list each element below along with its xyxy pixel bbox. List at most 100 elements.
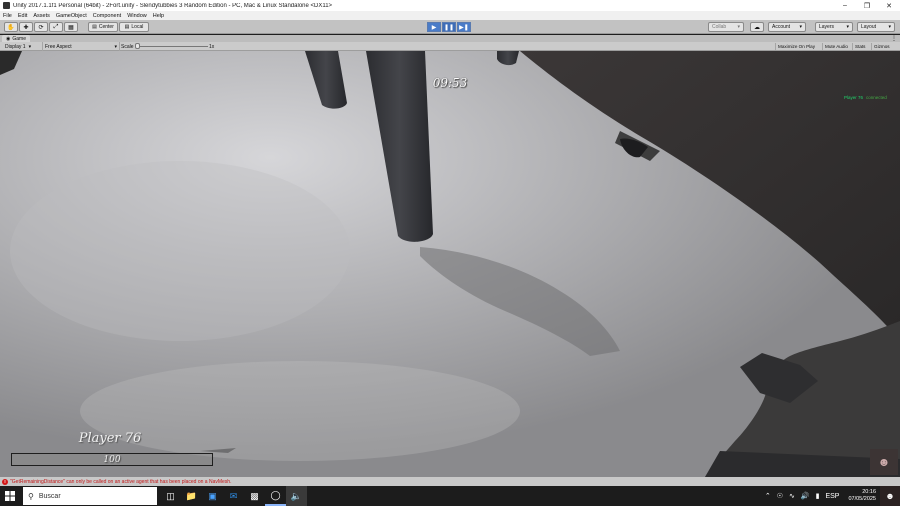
search-placeholder: Buscar <box>38 492 61 500</box>
player-list-status: connected <box>866 95 887 100</box>
stats-toggle[interactable]: Stats <box>852 43 867 50</box>
chevron-down-icon: ▾ <box>114 43 117 50</box>
aspect-label: Free Aspect <box>45 43 72 50</box>
task-view-icon[interactable]: ◫ <box>160 486 181 506</box>
mute-audio-toggle[interactable]: Mute Audio <box>822 43 850 50</box>
game-view-toolbar: Display 1 ▾ Free Aspect ▾ Scale 1x Maximiz… <box>0 42 900 51</box>
play-icon[interactable]: ▶ <box>427 22 441 32</box>
wifi-icon[interactable]: ∿ <box>789 492 795 500</box>
audio-app-icon[interactable]: 🔈 <box>286 486 307 506</box>
menu-file[interactable]: File <box>3 13 12 19</box>
system-tray: ⌃ ☉ ∿ 🔊 ▮ ESP 20:16 07/05/2025 ☻ <box>762 486 900 506</box>
hand-tool-icon[interactable]: ✋ <box>4 22 18 32</box>
title-bar: Unity 2017.1.1f1 Personal (64bit) - 2For… <box>0 0 900 11</box>
pivot-label: Center <box>98 24 114 30</box>
account-dropdown[interactable]: Account ▾ <box>768 22 806 32</box>
mascot-avatar: ☻ <box>870 449 898 475</box>
windows-taskbar: ⚲ Buscar ◫ 📁 ▣ ✉ ▩ ◯ 🔈 ⌃ ☉ ∿ 🔊 ▮ ESP 20:… <box>0 486 900 506</box>
space-label: Local <box>131 24 144 30</box>
error-icon: ! <box>2 478 8 485</box>
pause-icon[interactable]: ❚❚ <box>442 22 456 32</box>
menu-edit[interactable]: Edit <box>18 13 27 19</box>
windows-start-icon[interactable] <box>0 486 20 506</box>
gizmos-dropdown[interactable]: Gizmos <box>871 43 892 50</box>
chevron-down-icon: ▾ <box>888 24 891 30</box>
game-tab-strip: ◉ Game ⋮ <box>0 35 900 42</box>
scale-slider-handle[interactable] <box>135 43 140 49</box>
round-timer: 09:53 <box>432 76 468 90</box>
tab-game[interactable]: ◉ Game <box>2 35 30 42</box>
language-indicator[interactable]: ESP <box>825 493 839 500</box>
terminal-icon[interactable]: ▩ <box>244 486 265 506</box>
space-local-button[interactable]: ▤ Local <box>119 22 149 32</box>
game-view-viewport[interactable]: 09:53 Player 76 connected Player 76 100 ☻ <box>0 51 900 477</box>
chevron-down-icon: ▾ <box>28 43 32 50</box>
unity-icon[interactable]: ◯ <box>265 486 286 506</box>
unity-editor-window: Unity 2017.1.1f1 Personal (64bit) - 2For… <box>0 0 900 506</box>
battery-icon[interactable]: ▮ <box>816 492 820 500</box>
tab-menu-icon[interactable]: ⋮ <box>891 35 897 42</box>
cloud <box>80 361 520 461</box>
cloud-icon[interactable]: ☁ <box>750 22 764 32</box>
pivot-icon: ▤ <box>92 24 97 30</box>
menu-assets[interactable]: Assets <box>33 13 50 19</box>
scale-tool-icon[interactable]: ⤢ <box>49 22 63 32</box>
cloud <box>10 161 350 341</box>
rect-tool-icon[interactable]: ▦ <box>64 22 78 32</box>
display-dropdown[interactable]: Display 1 ▾ <box>5 43 41 50</box>
console-message: "GetRemainingDistance" can only be calle… <box>10 478 232 485</box>
restore-icon[interactable]: ❐ <box>856 0 878 11</box>
step-icon[interactable]: ▶❚ <box>457 22 471 32</box>
chevron-up-icon[interactable]: ⌃ <box>765 492 771 500</box>
pivot-center-button[interactable]: ▤ Center <box>88 22 118 32</box>
health-value: 100 <box>103 454 121 465</box>
display-label: Display 1 <box>5 43 26 50</box>
chevron-down-icon: ▾ <box>799 24 802 30</box>
menu-window[interactable]: Window <box>127 13 147 19</box>
file-explorer-icon[interactable]: 📁 <box>181 486 202 506</box>
collab-label: Collab <box>712 24 727 30</box>
unity-logo-icon <box>3 2 10 9</box>
close-icon[interactable]: ✕ <box>878 0 900 11</box>
health-bar: 100 <box>11 453 213 466</box>
space-icon: ▤ <box>124 24 130 30</box>
menu-component[interactable]: Component <box>93 13 121 19</box>
account-label: Account <box>772 24 791 30</box>
main-toolbar: ✋ ✚ ⟳ ⤢ ▦ ▤ Center ▤ Local ▶ ❚❚ ▶❚ Collab ▾… <box>0 20 900 34</box>
tab-game-label: Game <box>12 35 26 42</box>
layout-label: Layout <box>861 24 877 30</box>
menu-help[interactable]: Help <box>153 13 164 19</box>
chevron-down-icon: ▾ <box>737 24 740 30</box>
store-icon[interactable]: ▣ <box>202 486 223 506</box>
scale-label: Scale <box>121 43 134 50</box>
scale-value: 1x <box>209 43 215 50</box>
menu-bar: File Edit Assets GameObject Component Wi… <box>0 11 900 20</box>
clock-time: 20:16 <box>862 489 876 495</box>
console-status-bar[interactable]: ! "GetRemainingDistance" can only be cal… <box>0 477 900 486</box>
notification-avatar[interactable]: ☻ <box>880 486 900 506</box>
volume-icon[interactable]: 🔊 <box>801 492 810 500</box>
aspect-dropdown[interactable]: Free Aspect ▾ <box>45 43 117 50</box>
layout-dropdown[interactable]: Layout ▾ <box>857 22 895 32</box>
collab-button[interactable]: Collab ▾ <box>708 22 744 32</box>
move-tool-icon[interactable]: ✚ <box>19 22 33 32</box>
mail-icon[interactable]: ✉ <box>223 486 244 506</box>
player-list-name: Player 76 <box>844 95 864 100</box>
layers-dropdown[interactable]: Layers ▾ <box>815 22 853 32</box>
taskbar-search-input[interactable]: ⚲ Buscar <box>23 487 157 505</box>
player-name-label: Player 76 <box>78 431 142 446</box>
window-title: Unity 2017.1.1f1 Personal (64bit) - 2For… <box>13 2 333 9</box>
maximize-on-play-toggle[interactable]: Maximize On Play <box>775 43 817 50</box>
taskbar-clock[interactable]: 20:16 07/05/2025 <box>848 489 876 503</box>
layers-label: Layers <box>819 24 835 30</box>
player-list: Player 76 connected <box>844 95 887 100</box>
search-icon: ⚲ <box>28 491 34 501</box>
rotate-tool-icon[interactable]: ⟳ <box>34 22 48 32</box>
minimize-icon[interactable]: – <box>834 0 856 11</box>
game-scene <box>0 51 900 477</box>
game-tab-icon: ◉ <box>6 35 11 42</box>
scale-slider-track[interactable] <box>136 46 208 47</box>
menu-gameobject[interactable]: GameObject <box>56 13 87 19</box>
network-icon[interactable]: ☉ <box>777 492 783 500</box>
clock-date: 07/05/2025 <box>848 496 876 502</box>
